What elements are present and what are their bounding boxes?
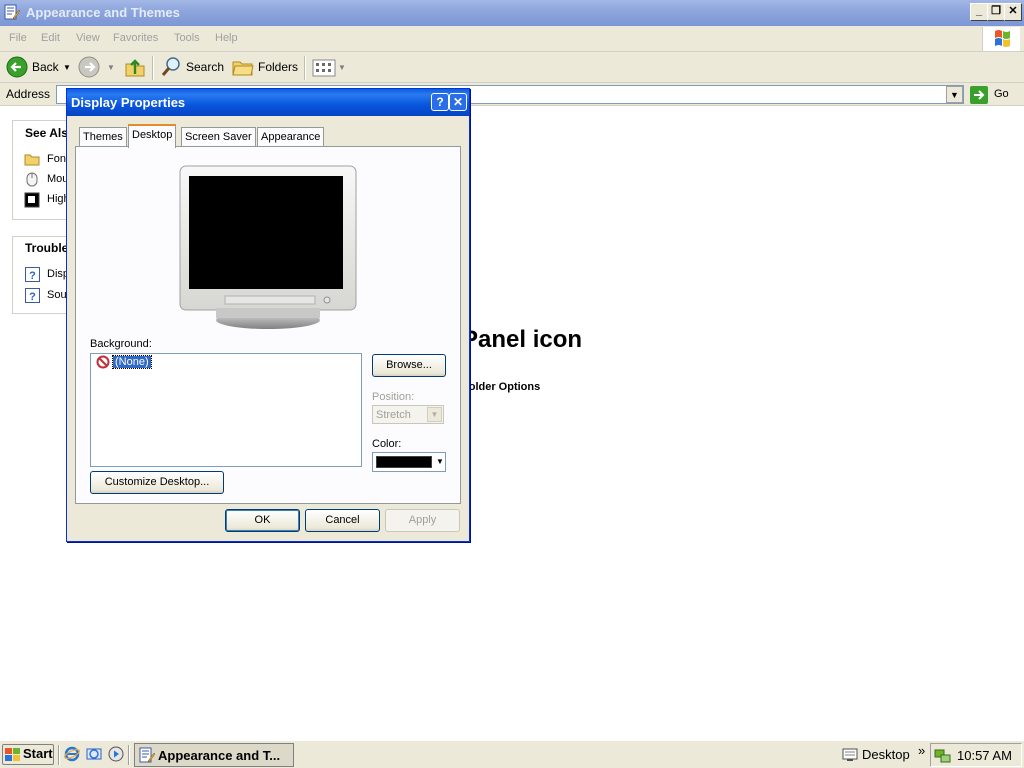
menu-view[interactable]: View	[76, 32, 100, 44]
dialog-title: Display Properties	[71, 95, 186, 110]
color-label: Color:	[372, 438, 402, 450]
apply-button[interactable]: Apply	[385, 509, 460, 532]
restore-button[interactable]: ❐	[987, 3, 1005, 21]
background-label: Background:	[90, 338, 152, 350]
toolbar: Back ▼ ▼ Search Folders ▼	[0, 52, 1024, 83]
outlook-express-icon[interactable]	[86, 746, 102, 762]
toolbar-separator	[304, 56, 306, 80]
start-label: Start	[23, 746, 53, 761]
quicklaunch-separator	[58, 745, 60, 765]
taskbar-item-appearance-and-themes[interactable]: Appearance and T...	[134, 743, 294, 767]
views-icon	[312, 59, 336, 77]
menu-help[interactable]: Help	[215, 32, 238, 44]
see-also-mouse-pointers[interactable]: Mouse Pointers	[47, 173, 67, 185]
window-title: Appearance and Themes	[26, 5, 180, 20]
position-label: Position:	[372, 391, 415, 403]
desktop-toolbar-label[interactable]: Desktop	[862, 747, 910, 762]
position-value: Stretch	[376, 409, 411, 421]
minimize-button[interactable]: _	[970, 3, 988, 21]
monitor-preview-icon	[179, 165, 357, 329]
search-label: Search	[186, 60, 225, 74]
menu-bar: File Edit View Favorites Tools Help	[0, 26, 1024, 52]
browse-button[interactable]: Browse...	[372, 354, 446, 377]
desktop-tab-panel: Background: (None) Browse... Position: S…	[75, 146, 461, 504]
fonts-folder-icon	[24, 154, 40, 166]
forward-arrow-icon[interactable]	[78, 56, 100, 78]
forward-dropdown-icon[interactable]: ▼	[107, 63, 115, 72]
back-arrow-icon	[6, 56, 28, 78]
mouse-icon	[26, 172, 38, 187]
see-also-high-contrast[interactable]: High Contrast	[47, 193, 67, 205]
tab-themes[interactable]: Themes	[79, 127, 127, 147]
none-prohibited-icon	[96, 355, 110, 369]
desktop-toolbar-icon[interactable]	[842, 747, 858, 763]
help-icon: ?	[25, 288, 40, 303]
menu-file[interactable]: File	[9, 32, 27, 44]
menu-favorites[interactable]: Favorites	[113, 32, 158, 44]
taskbar-item-label: Appearance and T...	[158, 748, 281, 763]
high-contrast-icon	[24, 192, 40, 208]
views-button[interactable]: ▼	[312, 57, 346, 79]
go-button[interactable]: Go	[970, 85, 1018, 104]
address-dropdown-icon[interactable]: ▼	[946, 86, 963, 103]
start-button[interactable]: Start	[2, 744, 54, 765]
windows-flag-icon	[5, 748, 20, 761]
dialog-help-button[interactable]: ?	[431, 93, 449, 111]
quicklaunch-separator	[128, 745, 130, 765]
dialog-close-button[interactable]: ✕	[449, 93, 467, 111]
back-dropdown-icon[interactable]: ▼	[63, 63, 71, 72]
color-swatch	[376, 456, 432, 468]
help-icon: ?	[25, 267, 40, 282]
svg-text:?: ?	[29, 270, 36, 282]
go-arrow-icon	[970, 86, 988, 104]
folder-options-link[interactable]: Folder Options	[462, 381, 540, 393]
control-panel-icon	[139, 747, 155, 763]
toolbar-chevron[interactable]: »	[918, 743, 925, 758]
see-also-panel: See Also	[12, 120, 75, 220]
search-button[interactable]: Search	[158, 55, 224, 81]
troubleshooter-sound[interactable]: Sound	[47, 289, 67, 301]
content-heading: Panel icon	[462, 326, 583, 353]
toolbar-separator	[152, 56, 154, 80]
go-label: Go	[994, 88, 1009, 100]
dialog-titlebar[interactable]: Display Properties ? ✕	[67, 89, 469, 116]
network-icon[interactable]	[934, 747, 951, 764]
folders-button[interactable]: Folders	[230, 55, 300, 81]
cancel-button[interactable]: Cancel	[305, 509, 380, 532]
ok-button[interactable]: OK	[225, 509, 300, 532]
search-icon	[161, 57, 180, 76]
menu-tools[interactable]: Tools	[174, 32, 200, 44]
color-dropdown-icon: ▼	[436, 457, 444, 466]
up-folder-icon[interactable]	[124, 56, 146, 78]
address-label: Address	[6, 87, 51, 101]
svg-text:?: ?	[29, 291, 36, 303]
back-button[interactable]: Back ▼	[4, 55, 74, 81]
tab-desktop[interactable]: Desktop	[128, 124, 177, 148]
display-properties-dialog: Display Properties ? ✕ Themes Desktop Sc…	[66, 88, 470, 542]
tab-appearance[interactable]: Appearance	[257, 127, 325, 147]
see-also-fonts[interactable]: Fonts	[47, 153, 67, 165]
tab-screen-saver[interactable]: Screen Saver	[181, 127, 256, 147]
control-panel-icon	[4, 4, 20, 20]
menu-edit[interactable]: Edit	[41, 32, 60, 44]
troubleshooter-display[interactable]: Display	[47, 268, 67, 280]
window-titlebar[interactable]: Appearance and Themes _ ❐ ✕	[0, 0, 1024, 26]
folders-icon	[232, 61, 254, 76]
windows-logo-icon	[982, 27, 1020, 51]
clock[interactable]: 10:57 AM	[957, 748, 1012, 763]
color-picker-button[interactable]: ▼	[372, 452, 446, 472]
views-dropdown-icon: ▼	[338, 63, 346, 72]
system-tray: 10:57 AM	[930, 743, 1022, 767]
folders-label: Folders	[258, 60, 299, 74]
media-player-icon[interactable]	[108, 746, 124, 762]
background-list[interactable]: (None)	[90, 353, 362, 467]
position-select[interactable]: Stretch ▼	[372, 405, 444, 424]
close-button[interactable]: ✕	[1004, 3, 1022, 21]
taskbar: Start Appearance and T... Desktop » 10:5…	[0, 740, 1024, 768]
position-dropdown-icon: ▼	[427, 407, 442, 422]
background-item-none[interactable]: (None)	[112, 355, 152, 369]
internet-explorer-icon[interactable]	[64, 746, 80, 762]
customize-desktop-button[interactable]: Customize Desktop...	[90, 471, 224, 494]
back-label: Back	[32, 60, 59, 74]
